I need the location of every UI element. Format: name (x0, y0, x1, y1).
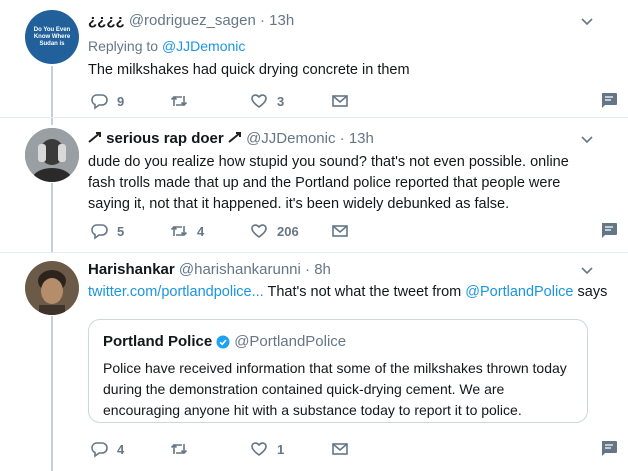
envelope-icon (332, 225, 348, 237)
heart-icon (251, 224, 267, 238)
reply-button[interactable]: 5 (90, 222, 124, 240)
separator: · (339, 130, 345, 147)
replying-label: Replying to (88, 38, 159, 54)
like-button[interactable]: 3 (250, 92, 284, 110)
avatar[interactable] (25, 261, 79, 315)
display-name[interactable]: ¿¿¿¿ (88, 12, 125, 29)
tweet[interactable]: Do You Even Know Where Sudan is ¿¿¿¿ @ro… (0, 0, 628, 117)
like-button[interactable]: 206 (250, 222, 299, 240)
chevron-down-icon[interactable] (580, 132, 594, 146)
like-button[interactable]: 1 (250, 440, 284, 458)
message-button[interactable] (331, 440, 349, 458)
replying-to: Replying to @JJDemonic (88, 38, 245, 54)
like-count: 1 (277, 441, 285, 457)
retweet-icon (170, 95, 188, 107)
retweet-button[interactable] (170, 440, 197, 458)
dm-icon[interactable] (600, 440, 618, 456)
retweet-count: 4 (197, 223, 205, 239)
like-count: 206 (277, 223, 299, 239)
avatar[interactable]: Do You Even Know Where Sudan is (25, 10, 79, 64)
avatar[interactable] (25, 128, 79, 182)
display-name[interactable]: serious rap doer (88, 130, 246, 147)
separator: · (305, 261, 311, 278)
message-button[interactable] (331, 222, 349, 240)
separator: · (259, 12, 265, 29)
quoted-header: Portland Police @PortlandPolice (103, 333, 346, 350)
timestamp[interactable]: 13h (269, 12, 294, 29)
tweet-text: twitter.com/portlandpolice... That's not… (88, 282, 607, 303)
heart-icon (251, 94, 267, 108)
quoted-display-name: Portland Police (103, 333, 213, 350)
dm-icon[interactable] (600, 92, 618, 108)
reply-icon (91, 442, 108, 458)
envelope-icon (332, 443, 348, 455)
timestamp[interactable]: 13h (349, 130, 374, 147)
icon-emoji (88, 132, 101, 143)
chevron-down-icon[interactable] (580, 263, 594, 277)
retweet-icon (170, 443, 188, 455)
reply-count: 4 (117, 441, 125, 457)
tweet-text: The milkshakes had quick drying concrete… (88, 62, 410, 78)
tweet-text: dude do you realize how stupid you sound… (88, 154, 569, 212)
dm-icon[interactable] (600, 222, 618, 238)
heart-icon (251, 442, 267, 456)
handle[interactable]: @JJDemonic (246, 130, 335, 147)
retweet-button[interactable]: 4 (170, 222, 204, 240)
quoted-handle: @PortlandPolice (234, 333, 347, 350)
text-segment: says (573, 284, 608, 300)
display-name[interactable]: Harishankar (88, 261, 175, 278)
reply-icon (91, 224, 108, 240)
tweet-header: Harishankar @harishankarunni · 8h (88, 261, 331, 278)
reply-count: 9 (117, 93, 125, 109)
icon-emoji (228, 132, 241, 143)
reply-button[interactable]: 4 (90, 440, 124, 458)
handle[interactable]: @harishankarunni (179, 261, 301, 278)
quoted-text: Police have received information that so… (103, 360, 567, 418)
quoted-tweet[interactable]: Portland Police @PortlandPolice Police h… (88, 319, 588, 423)
url-link[interactable]: twitter.com/portlandpolice... (88, 284, 264, 300)
handle[interactable]: @rodriguez_sagen (129, 12, 256, 29)
reply-count: 5 (117, 223, 125, 239)
tweet-header: ¿¿¿¿ @rodriguez_sagen · 13h (88, 12, 294, 29)
replying-handle-link[interactable]: @JJDemonic (162, 38, 245, 54)
avatar-photo (25, 128, 79, 182)
chevron-down-icon[interactable] (580, 14, 594, 28)
verified-badge-icon (216, 335, 230, 348)
avatar-photo (25, 261, 79, 315)
tweet-header: serious rap doer @JJDemonic · 13h (88, 130, 374, 147)
envelope-icon (332, 95, 348, 107)
reply-icon (91, 94, 108, 110)
text-segment: That's not what the tweet from (263, 284, 466, 300)
tweet[interactable]: serious rap doer @JJDemonic · 13h dude d… (0, 118, 628, 253)
avatar-text: Do You Even Know Where Sudan is (33, 26, 71, 47)
mention-link[interactable]: @PortlandPolice (465, 284, 573, 300)
like-count: 3 (277, 93, 285, 109)
reply-button[interactable]: 9 (90, 92, 124, 110)
message-button[interactable] (331, 92, 349, 110)
retweet-button[interactable] (170, 92, 197, 110)
retweet-icon (170, 225, 188, 237)
timestamp[interactable]: 8h (314, 261, 331, 278)
